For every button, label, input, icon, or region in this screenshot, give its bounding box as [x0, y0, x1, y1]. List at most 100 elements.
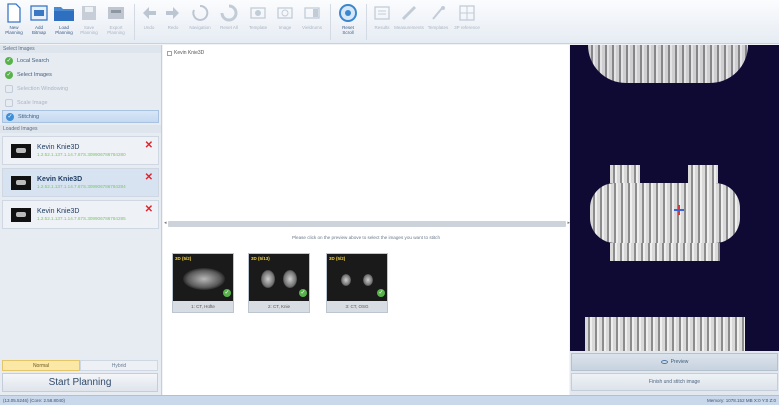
start-planning-button[interactable]: Start Planning: [2, 373, 158, 392]
patient-text: Kevin Knie3D 1.2.52.1.137.1.14.7.67S.3099…: [37, 207, 158, 222]
patient-thumbnail: [11, 143, 31, 158]
ankle-ct-image: [363, 274, 373, 286]
step-label: Stitching: [18, 113, 40, 120]
step-label: Selection Windowing: [17, 85, 69, 92]
template-icon: [247, 2, 269, 24]
tibia-image: [610, 243, 720, 261]
patient-item[interactable]: Kevin Knie3D 1.2.52.1.137.1.14.7.67S.3099…: [2, 136, 159, 165]
pelvis-image: [588, 45, 748, 83]
results-icon: [371, 2, 393, 24]
image-icon: [274, 2, 296, 24]
folder-icon: [53, 2, 75, 24]
redo-button[interactable]: Redo: [161, 2, 185, 30]
ribbon-button-label: Measurements: [394, 25, 424, 30]
selection-hint: Please click on the preview above to sel…: [291, 235, 441, 240]
step-stitching[interactable]: ✓ Stitching: [2, 110, 159, 123]
redo-icon: [162, 2, 184, 24]
ribbon-button-label: New Planning: [5, 25, 23, 35]
checkbox-icon: [5, 84, 13, 93]
patient-uid: 1.2.52.1.137.1.14.7.67S.309906786784280: [37, 152, 126, 157]
reset-all-button[interactable]: Reset All: [215, 2, 243, 30]
new-document-button[interactable]: New Planning: [2, 2, 26, 35]
femur-right-image: [688, 165, 718, 183]
folder-button[interactable]: Load Planning: [52, 2, 76, 35]
scroll-left-icon[interactable]: ◂: [164, 220, 167, 226]
reference-button[interactable]: 3P reference: [453, 2, 481, 30]
measurements-button[interactable]: Measurements: [394, 2, 424, 30]
export-icon: [105, 2, 127, 24]
patient-thumbnail: [11, 207, 31, 222]
template-button[interactable]: Template: [244, 2, 272, 30]
patient-checkbox-row[interactable]: Kevin Knie3D: [167, 50, 204, 56]
left-panel: Select Images ✓ Local Search ✓ Select Image…: [0, 45, 162, 395]
step-selection-windowing: Selection Windowing: [2, 82, 159, 95]
hip-ct-image: [183, 268, 225, 290]
series-thumbnail[interactable]: 3D (5/2) ✓ 3: CT, OSG: [326, 253, 388, 313]
tab-hybrid[interactable]: Hybrid: [80, 360, 158, 371]
checkbox-label: Kevin Knie3D: [174, 50, 205, 56]
ribbon-button-label: Vieldrums: [302, 25, 322, 30]
export-button[interactable]: Export Planning: [102, 2, 130, 35]
crosshair-icon[interactable]: [674, 205, 684, 215]
steps-header: Select Images: [0, 45, 161, 53]
preview-button[interactable]: Preview: [571, 353, 778, 371]
reset-all-icon: [218, 2, 240, 24]
ribbon-button-label: Undo: [143, 25, 155, 30]
horizontal-scrollbar[interactable]: ◂ ▸: [164, 220, 570, 227]
version-info: (13.05.5246) (Core: 2.58.8040): [3, 398, 66, 403]
status-bar: (13.05.5246) (Core: 2.58.8040) Memory: 1…: [0, 395, 779, 405]
series-thumbnail[interactable]: 3D (5/2) ✓ 1: CT, Hüfte: [172, 253, 234, 313]
ribbon-button-label: Template: [248, 25, 268, 30]
ribbon-button-label: Reset All: [220, 25, 238, 30]
undo-button[interactable]: Undo: [138, 2, 160, 30]
ribbon-button-label: Navigation: [189, 25, 211, 30]
series-tag: 3D (5/2): [175, 256, 192, 261]
loaded-images-header: Loaded Images: [0, 125, 161, 133]
memory-info: Memory: 1078.152 MB X:0 Y:0 Z:0: [707, 398, 776, 403]
knee-ct-image: [261, 270, 275, 288]
views-icon: [301, 2, 323, 24]
save-icon: [78, 2, 100, 24]
preview-label: Preview: [670, 359, 689, 365]
step-select-images[interactable]: ✓ Select Images: [2, 68, 159, 81]
ribbon-button-label: Redo: [167, 25, 179, 30]
right-panel: Preview Finish und stitch image: [570, 45, 779, 395]
ankle-ct-image: [341, 274, 351, 286]
delete-icon[interactable]: ✕: [145, 205, 153, 215]
checkbox[interactable]: [167, 50, 172, 56]
ribbon-button-label: Image: [278, 25, 292, 30]
patient-uid: 1.2.52.1.137.1.14.7.67S.309906786784284: [37, 184, 126, 189]
series-caption: 3: CT, OSG: [327, 301, 387, 312]
tab-normal[interactable]: Normal: [2, 360, 80, 371]
patient-item[interactable]: Kevin Knie3D 1.2.52.1.137.1.14.7.67S.3099…: [2, 168, 159, 197]
series-caption: 2: CT, Knie: [249, 301, 309, 312]
undo-icon: [138, 2, 160, 24]
check-circle-icon: ✓: [223, 289, 231, 297]
eye-icon: [660, 360, 668, 364]
step-label: Local Search: [17, 57, 50, 64]
measurements-icon: [398, 2, 420, 24]
patient-text: Kevin Knie3D 1.2.52.1.137.1.14.7.67S.3099…: [37, 175, 158, 190]
navigation-icon: [189, 2, 211, 24]
series-tag: 3D (5/13): [251, 256, 270, 261]
patient-item[interactable]: Kevin Knie3D 1.2.52.1.137.1.14.7.67S.3099…: [2, 200, 159, 229]
reset-scroll-button[interactable]: Reset Scroll: [334, 2, 362, 35]
add-bitmap-button[interactable]: Add Bitmap: [27, 2, 51, 35]
delete-icon[interactable]: ✕: [145, 173, 153, 183]
step-local-search[interactable]: ✓ Local Search: [2, 54, 159, 67]
stitch-preview-viewer[interactable]: [570, 45, 779, 351]
views-button[interactable]: Vieldrums: [298, 2, 326, 30]
ribbon-button-label: Results: [374, 25, 390, 30]
image-button[interactable]: Image: [273, 2, 297, 30]
patient-name: Kevin Knie3D: [37, 144, 80, 151]
checkbox-icon: [5, 98, 13, 107]
delete-icon[interactable]: ✕: [145, 141, 153, 151]
ribbon-separator: [366, 4, 367, 40]
results-button[interactable]: Results: [370, 2, 394, 30]
navigation-button[interactable]: Navigation: [186, 2, 214, 30]
series-thumbnail[interactable]: 3D (5/13) ✓ 2: CT, Knie: [248, 253, 310, 313]
save-button[interactable]: Save Planning: [77, 2, 101, 35]
templates-button[interactable]: Templates: [424, 2, 452, 30]
check-circle-icon: ✓: [5, 56, 13, 65]
finish-stitch-button[interactable]: Finish und stitch image: [571, 373, 778, 391]
